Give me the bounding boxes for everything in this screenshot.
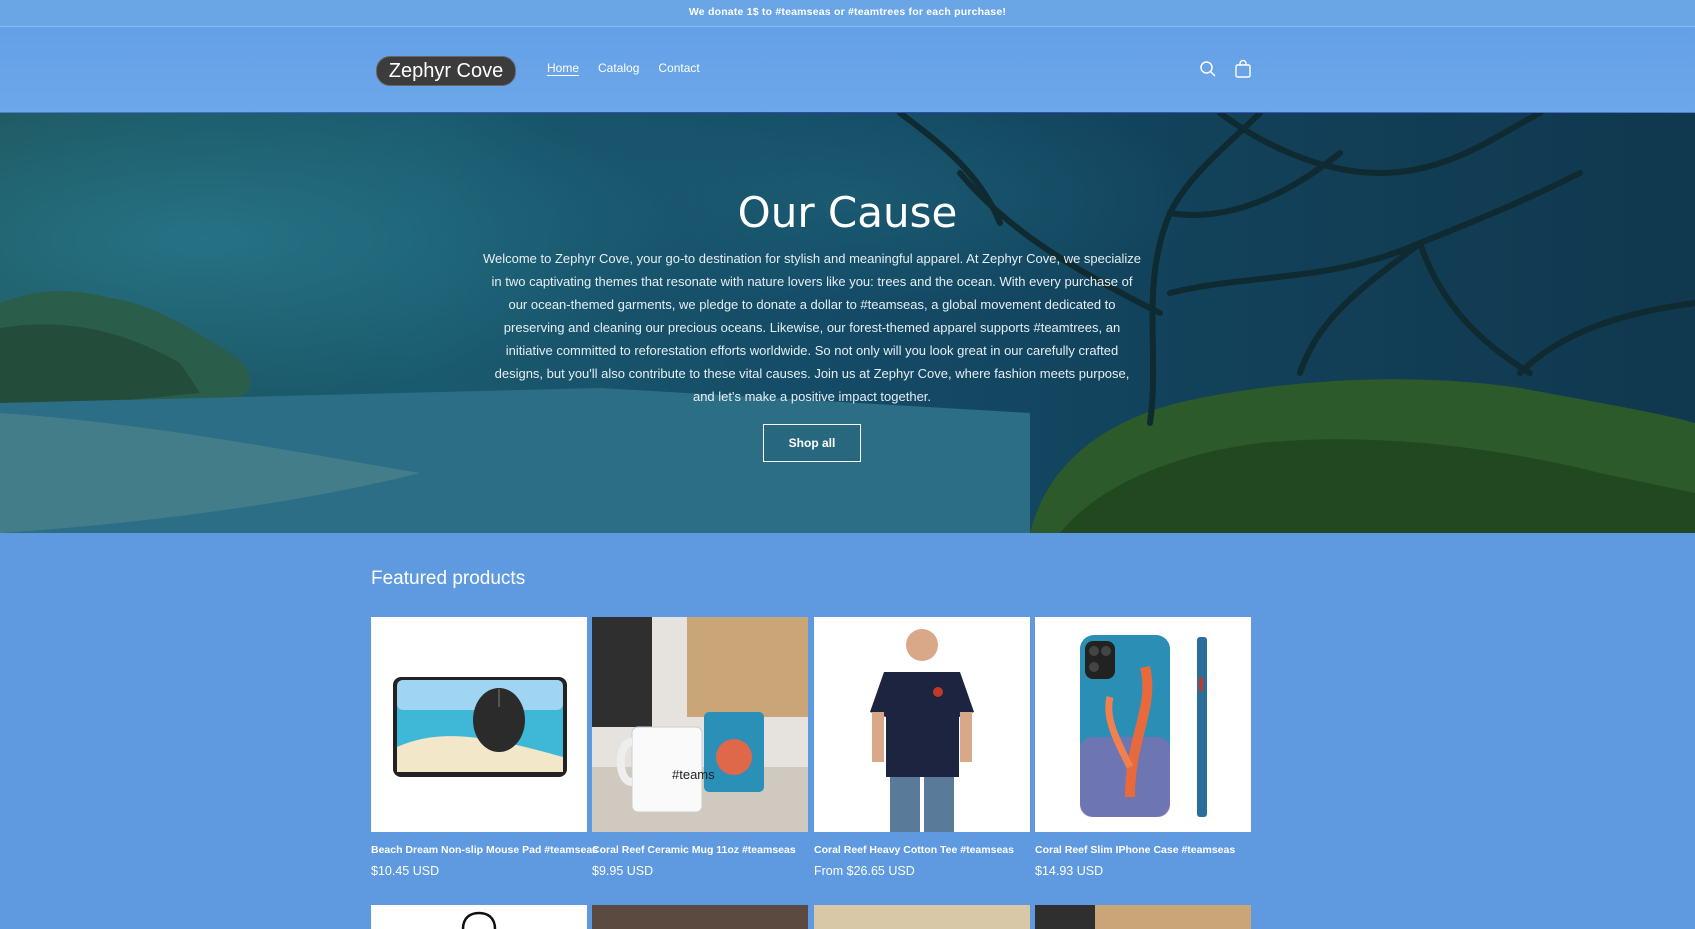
hero-title: Our Cause [737,188,958,237]
product-card[interactable]: Beach Dream Non-slip Mouse Pad #teamseas… [371,617,598,878]
nav-catalog[interactable]: Catalog [598,61,639,75]
product-card-next[interactable] [814,905,1030,929]
shop-all-button[interactable]: Shop all [763,424,861,462]
hero-description: Welcome to Zephyr Cove, your go-to desti… [482,251,1142,404]
product-title[interactable]: Coral Reef Slim IPhone Case #teamseas [1035,844,1251,856]
product-price: $10.45 USD [371,864,440,878]
mug-print-text: #teams [672,767,715,782]
product-title[interactable]: Coral Reef Heavy Cotton Tee #teamseas [814,844,1030,856]
search-icon[interactable] [1197,58,1219,80]
site-header: Zephyr Cove Home Catalog Contact [0,27,1695,112]
product-card-next[interactable] [592,905,808,929]
product-card[interactable]: Coral Reef Slim IPhone Case #teamseas $1… [1035,617,1251,878]
cart-icon[interactable] [1232,58,1254,80]
product-title[interactable]: Coral Reef Ceramic Mug 11oz #teamseas [592,844,808,856]
nav-contact[interactable]: Contact [658,61,699,75]
product-price: From $26.65 USD [814,864,915,878]
product-card[interactable]: Coral Reef Heavy Cotton Tee #teamseas Fr… [814,617,1030,878]
hero-banner: Our Cause Welcome to Zephyr Cove, your g… [0,113,1695,533]
product-price: $14.93 USD [1035,864,1104,878]
nav-home[interactable]: Home [547,61,579,75]
announcement-bar: We donate 1$ to #teamseas or #teamtrees … [0,0,1695,27]
featured-products-title: Featured products [371,568,526,589]
product-card-next[interactable] [371,905,587,929]
main-nav: Home Catalog Contact [547,61,700,75]
product-card[interactable]: #teams Coral Reef Ceramic Mug 11oz #team… [592,617,808,878]
product-image[interactable] [1035,617,1251,832]
product-image[interactable] [371,617,587,832]
product-title[interactable]: Beach Dream Non-slip Mouse Pad #teamseas [371,844,598,856]
product-card-next[interactable] [1035,905,1251,929]
product-price: $9.95 USD [592,864,654,878]
logo[interactable]: Zephyr Cove [376,56,516,86]
product-image[interactable] [814,617,1030,832]
product-image[interactable]: #teams [592,617,808,832]
laptop-edge [1035,905,1095,929]
